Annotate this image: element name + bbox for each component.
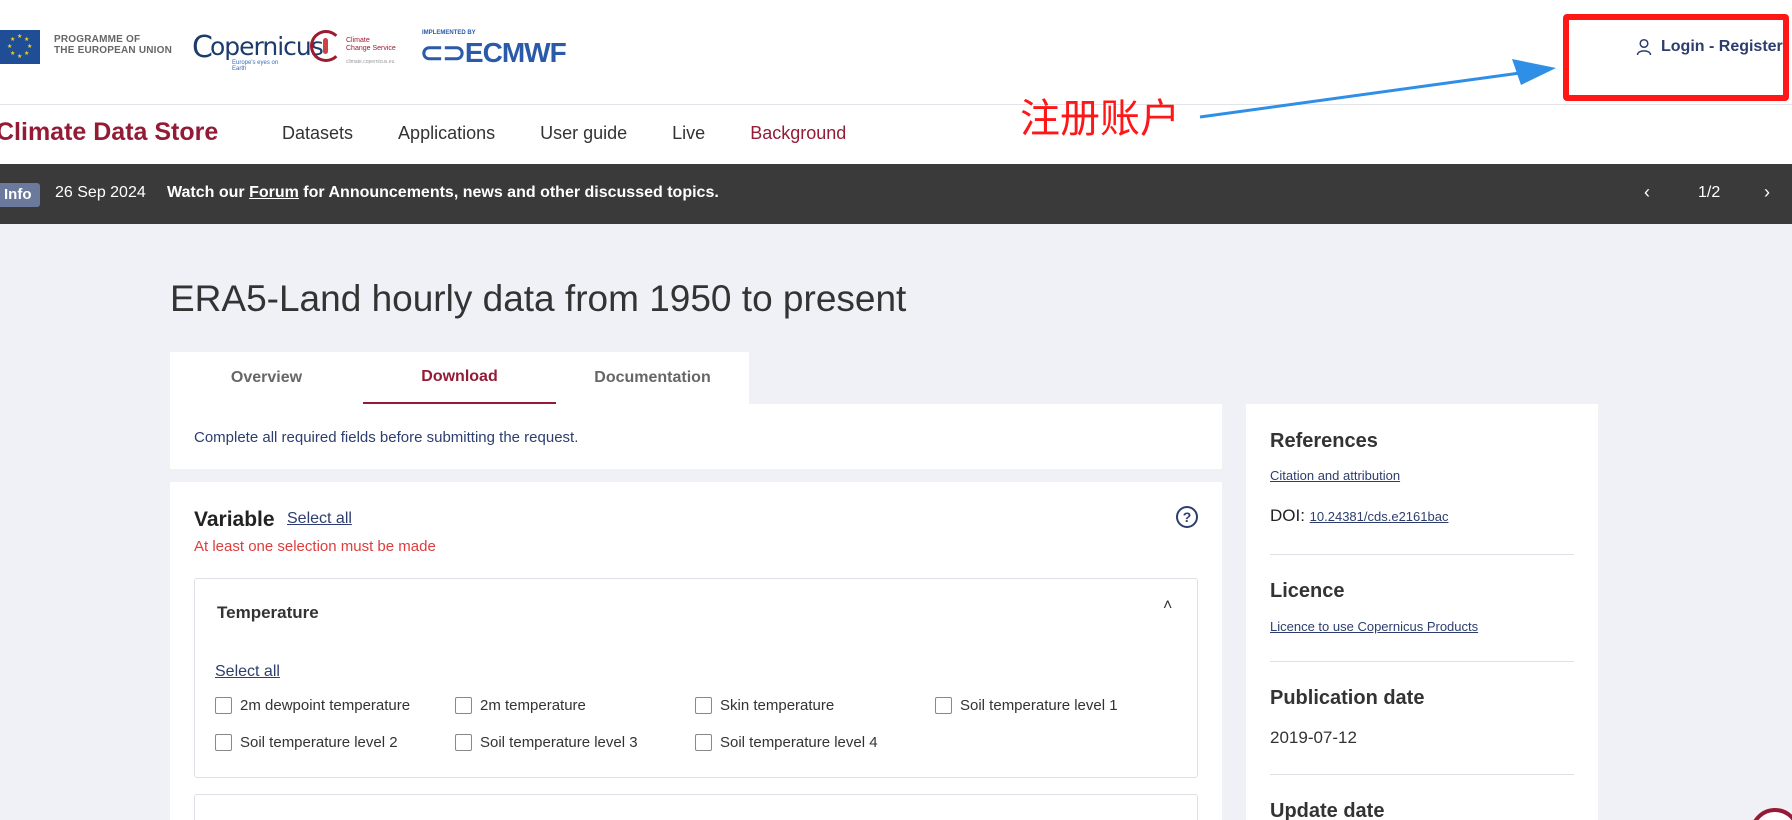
checkbox-soil-temperature-level-1[interactable]: Soil temperature level 1 <box>935 697 1175 714</box>
variable-error-message: At least one selection must be made <box>194 538 436 555</box>
next-variable-panel[interactable] <box>194 794 1198 820</box>
annotation-highlight-box <box>1563 14 1789 101</box>
temperature-select-all-link[interactable]: Select all <box>215 663 280 681</box>
info-banner: Info 26 Sep 2024 Watch our Forum for Ann… <box>0 164 1792 224</box>
checkbox-soil-temperature-level-2[interactable]: Soil temperature level 2 <box>215 734 455 751</box>
dataset-sidebar: References Citation and attribution DOI:… <box>1246 404 1598 820</box>
divider <box>1270 774 1574 775</box>
info-badge: Info <box>0 183 40 207</box>
tab-documentation[interactable]: Documentation <box>556 352 749 404</box>
checkbox-row: Soil temperature level 2 Soil temperatur… <box>215 734 935 751</box>
required-fields-notice: Complete all required fields before subm… <box>170 404 1222 469</box>
checkbox-skin-temperature[interactable]: Skin temperature <box>695 697 935 714</box>
checkbox-box[interactable] <box>455 734 472 751</box>
checkbox-box[interactable] <box>455 697 472 714</box>
ecmwf-logo[interactable]: IMPLEMENTED BY ⊂⊃ECMWF <box>420 28 567 68</box>
help-icon[interactable]: ? <box>1176 506 1198 528</box>
dataset-tabs: Overview Download Documentation <box>170 352 749 404</box>
nav-item-live[interactable]: Live <box>672 123 705 144</box>
chevron-right-icon[interactable]: › <box>1764 182 1770 203</box>
nav-item-applications[interactable]: Applications <box>398 123 495 144</box>
forum-link[interactable]: Forum <box>249 184 299 201</box>
thermometer-icon <box>323 38 328 54</box>
annotation-text: 注册账户 <box>1020 96 1180 142</box>
divider <box>1270 554 1574 555</box>
publication-date-title: Publication date <box>1270 687 1425 709</box>
chevron-left-icon[interactable]: ‹ <box>1644 182 1650 203</box>
info-page-indicator: 1/2 <box>1698 184 1721 201</box>
eu-flag-icon: ★ ★ ★ ★ ★ ★ ★ ★ <box>0 30 40 64</box>
brand-title[interactable]: Climate Data Store <box>0 118 218 147</box>
nav-item-datasets[interactable]: Datasets <box>282 123 353 144</box>
update-date-title: Update date <box>1270 800 1385 820</box>
variable-card: Variable Select all ? At least one selec… <box>170 482 1222 820</box>
checkbox-2m-temperature[interactable]: 2m temperature <box>455 697 695 714</box>
checkbox-row: 2m dewpoint temperature 2m temperature S… <box>215 697 1175 714</box>
nav-item-user-guide[interactable]: User guide <box>540 123 627 144</box>
chevron-up-icon[interactable]: ˄ <box>1163 597 1172 615</box>
page-title: ERA5-Land hourly data from 1950 to prese… <box>170 278 907 319</box>
doi-link[interactable]: 10.24381/cds.e2161bac <box>1310 509 1449 524</box>
nav-item-background[interactable]: Background <box>750 123 846 144</box>
checkbox-box[interactable] <box>215 697 232 714</box>
checkbox-soil-temperature-level-3[interactable]: Soil temperature level 3 <box>455 734 695 751</box>
help-widget-icon[interactable] <box>1750 808 1792 820</box>
temperature-title[interactable]: Temperature <box>217 603 319 623</box>
variable-select-all-link[interactable]: Select all <box>287 510 352 528</box>
checkbox-box[interactable] <box>935 697 952 714</box>
copernicus-logo[interactable]: C opernicus Europe's eyes on Earth <box>192 28 324 72</box>
citation-link[interactable]: Citation and attribution <box>1270 468 1400 483</box>
licence-link[interactable]: Licence to use Copernicus Products <box>1270 619 1478 634</box>
variable-title: Variable <box>194 508 275 531</box>
temperature-panel: Temperature ˄ Select all 2m dewpoint tem… <box>194 578 1198 778</box>
divider <box>1270 661 1574 662</box>
annotation-arrow-icon <box>1199 59 1556 119</box>
checkbox-box[interactable] <box>695 697 712 714</box>
tab-overview[interactable]: Overview <box>170 352 363 404</box>
main-nav: Datasets Applications User guide Live Ba… <box>282 123 846 144</box>
publication-date-value: 2019-07-12 <box>1270 728 1357 747</box>
checkbox-box[interactable] <box>215 734 232 751</box>
checkbox-2m-dewpoint-temperature[interactable]: 2m dewpoint temperature <box>215 697 455 714</box>
info-date: 26 Sep 2024 <box>55 184 146 201</box>
tab-download[interactable]: Download <box>363 352 556 404</box>
info-message: Watch our Forum for Announcements, news … <box>167 184 719 201</box>
checkbox-box[interactable] <box>695 734 712 751</box>
checkbox-soil-temperature-level-4[interactable]: Soil temperature level 4 <box>695 734 935 751</box>
references-title: References <box>1270 430 1378 452</box>
c3s-logo[interactable]: Climate Change Service climate.copernicus… <box>308 28 408 68</box>
doi-line: DOI: 10.24381/cds.e2161bac <box>1270 506 1449 525</box>
licence-title: Licence <box>1270 580 1345 602</box>
eu-programme-text: PROGRAMME OF THE EUROPEAN UNION <box>54 34 173 56</box>
